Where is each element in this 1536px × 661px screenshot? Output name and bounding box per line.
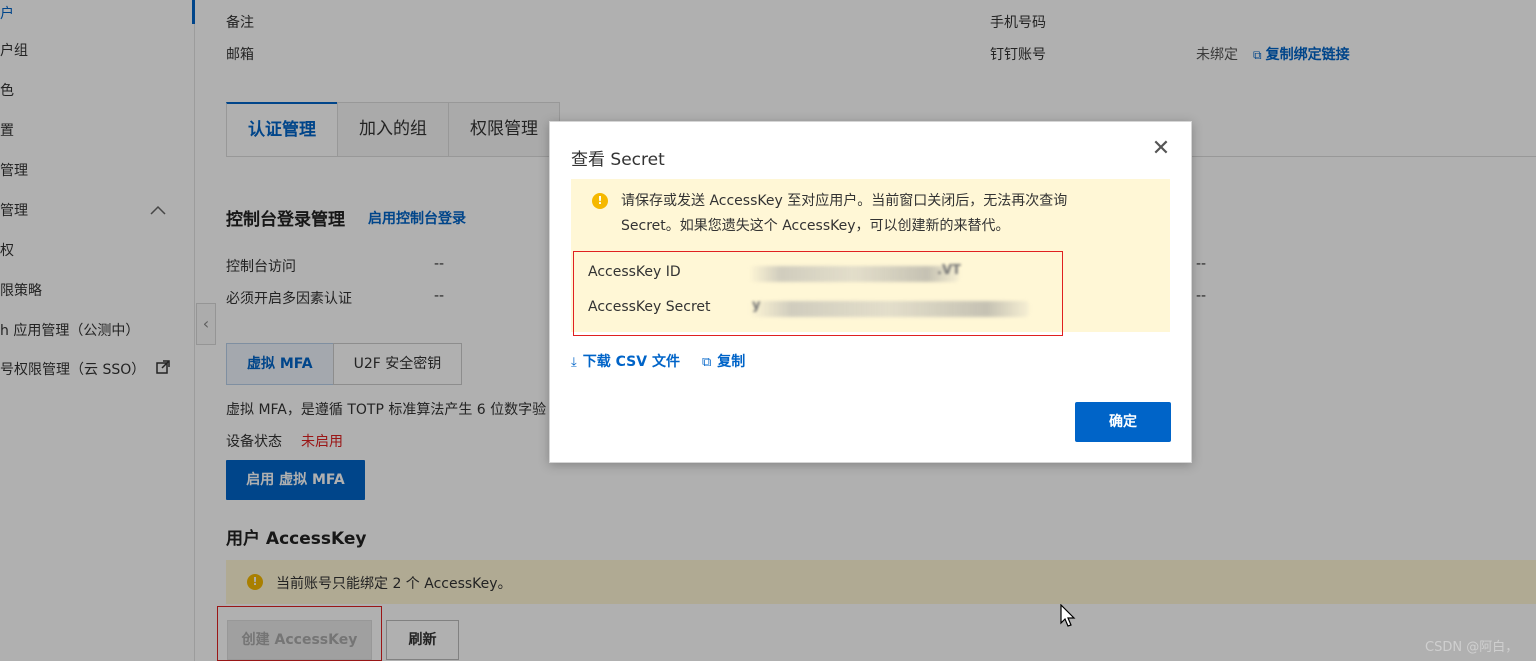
secret-warning-box: ! 请保存或发送 AccessKey 至对应用户。当前窗口关闭后，无法再次查询 … [571,179,1170,336]
secret-warning-text: 请保存或发送 AccessKey 至对应用户。当前窗口关闭后，无法再次查询 Se… [621,193,1068,234]
mouse-cursor-icon [1060,604,1076,627]
confirm-button[interactable]: 确定 [1075,402,1171,442]
download-csv-label: 下载 CSV 文件 [582,354,680,370]
credentials-highlight-box [573,251,1063,336]
dialog-title: 查看 Secret [571,150,665,170]
download-csv-link[interactable]: ⤓ 下载 CSV 文件 [571,351,680,371]
copy-icon: ⧉ [702,355,712,370]
close-icon[interactable]: ✕ [1150,138,1172,160]
view-secret-dialog: 查看 Secret ✕ ! 请保存或发送 AccessKey 至对应用户。当前窗… [549,121,1192,463]
copy-link[interactable]: ⧉ 复制 [702,351,745,371]
watermark: CSDN @阿白， [1425,640,1519,655]
warning-icon: ! [592,193,608,209]
copy-label: 复制 [717,354,746,370]
download-icon: ⤓ [571,355,577,370]
